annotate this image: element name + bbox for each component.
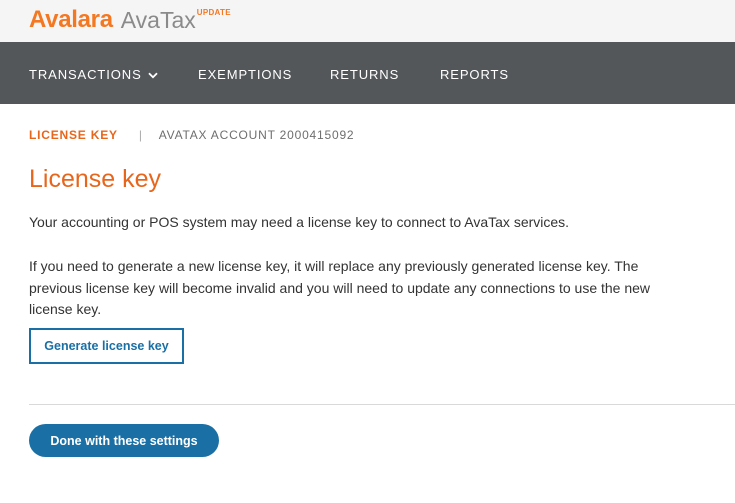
nav-item-reports[interactable]: REPORTS	[440, 67, 509, 82]
chevron-down-icon	[148, 67, 158, 82]
logo-update-tag: UPDATE	[196, 8, 231, 17]
done-button[interactable]: Done with these settings	[29, 424, 219, 457]
breadcrumb-current: LICENSE KEY	[29, 128, 118, 142]
intro-text: Your accounting or POS system may need a…	[29, 214, 570, 230]
generate-license-key-button[interactable]: Generate license key	[29, 328, 184, 364]
breadcrumb: LICENSE KEY | AVATAX ACCOUNT 2000415092	[29, 128, 354, 142]
nav-item-label: REPORTS	[440, 67, 509, 82]
nav-item-returns[interactable]: RETURNS	[330, 67, 399, 82]
breadcrumb-account: AVATAX ACCOUNT 2000415092	[158, 128, 355, 142]
warning-text: If you need to generate a new license ke…	[29, 258, 651, 317]
page-title: License key	[29, 165, 162, 193]
nav-item-label: EXEMPTIONS	[198, 67, 293, 82]
top-header: Avalara AvaTax UPDATE	[0, 0, 735, 42]
logo-brand: Avalara	[29, 6, 113, 33]
logo-product: AvaTax	[120, 7, 196, 33]
nav-item-exemptions[interactable]: EXEMPTIONS	[198, 67, 292, 82]
nav-item-label: RETURNS	[330, 67, 400, 82]
avalara-logo[interactable]: Avalara AvaTax UPDATE	[29, 6, 231, 34]
nav-item-label: TRANSACTIONS	[29, 67, 142, 82]
divider	[29, 404, 735, 405]
breadcrumb-separator: |	[138, 128, 143, 142]
nav-item-transactions[interactable]: TRANSACTIONS	[29, 67, 158, 82]
